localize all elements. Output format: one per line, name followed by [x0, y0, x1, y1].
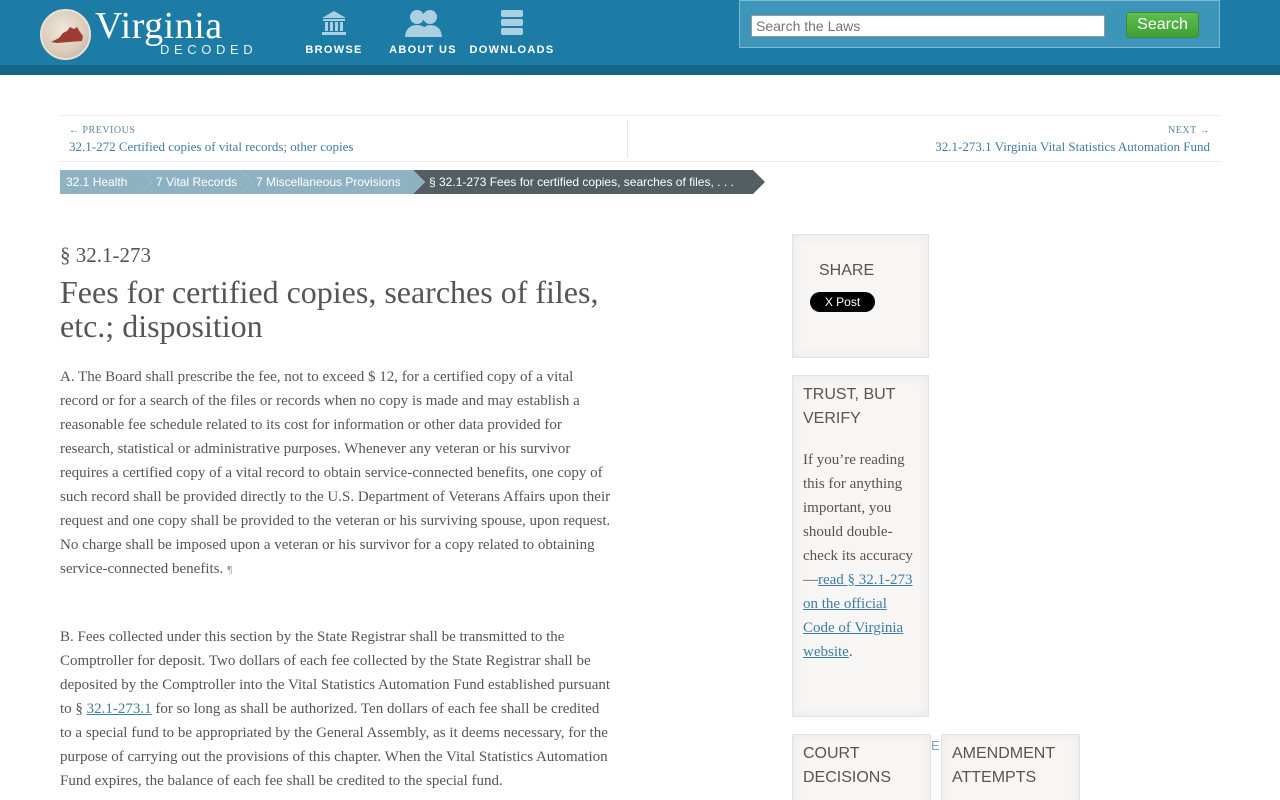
- amendment-attempts-box: AMENDMENT ATTEMPTS: [941, 734, 1080, 800]
- site-header: Virginia DECODED BROWSE ABOUT US DOWNLOA…: [0, 0, 1280, 75]
- breadcrumb-article-misc-provisions[interactable]: 7 Miscellaneous Provisions: [240, 170, 425, 194]
- nav-about-us[interactable]: ABOUT US: [387, 8, 459, 56]
- trust-text: If you’re reading this for anything impo…: [803, 452, 913, 588]
- trust-end: .: [848, 644, 853, 660]
- trust-but-verify-box: TRUST, BUT VERIFY If you’re reading this…: [792, 375, 929, 717]
- law-paragraph-b: B. Fees collected under this section by …: [60, 625, 612, 793]
- law-paragraph-a: A. The Board shall prescribe the fee, no…: [60, 365, 612, 582]
- nav-downloads-label: DOWNLOADS: [469, 44, 555, 56]
- court-decisions-title: COURT DECISIONS: [803, 745, 892, 786]
- breadcrumb-current-section: § 32.1-273 Fees for certified copies, se…: [413, 170, 765, 194]
- database-icon: [501, 10, 523, 35]
- nav-browse[interactable]: BROWSE: [300, 8, 368, 56]
- search-form: Search: [739, 0, 1220, 48]
- next-section-link[interactable]: 32.1-273.1 Virginia Vital Statistics Aut…: [935, 139, 1210, 155]
- law-paragraph-a-text: A. The Board shall prescribe the fee, no…: [60, 369, 611, 577]
- prev-next-nav: ← Previous 32.1-272 Certified copies of …: [60, 115, 1220, 162]
- stray-letter: E: [931, 738, 940, 753]
- people-icon: [405, 10, 442, 37]
- search-button[interactable]: Search: [1126, 12, 1199, 38]
- prev-next-divider: [627, 121, 628, 158]
- section-link-32-1-273-1[interactable]: 32.1-273.1: [87, 701, 152, 717]
- paragraph-permalink-icon[interactable]: ¶: [227, 564, 232, 576]
- amendment-attempts-title: AMENDMENT ATTEMPTS: [952, 745, 1055, 786]
- nav-downloads[interactable]: DOWNLOADS: [467, 8, 557, 56]
- building-icon: [322, 11, 346, 35]
- page-title: Fees for certified copies, searches of f…: [60, 274, 599, 344]
- next-label[interactable]: Next →: [1168, 125, 1210, 136]
- logo-subtitle[interactable]: DECODED: [160, 42, 257, 57]
- x-post-button[interactable]: X Post: [810, 292, 875, 312]
- search-input[interactable]: [751, 15, 1105, 37]
- previous-section-link[interactable]: 32.1-272 Certified copies of vital recor…: [69, 139, 353, 155]
- official-code-link[interactable]: read § 32.1-273 on the official Code of …: [803, 572, 913, 660]
- share-box: SHARE X Post: [792, 234, 929, 358]
- breadcrumb-title-health[interactable]: 32.1 Health: [60, 170, 152, 194]
- virginia-seal-icon[interactable]: [40, 9, 91, 60]
- breadcrumb-chapter-vital-records[interactable]: 7 Vital Records: [140, 170, 252, 194]
- trust-title: TRUST, BUT VERIFY: [803, 386, 896, 427]
- court-decisions-box: COURT DECISIONS: [792, 734, 931, 800]
- section-number: § 32.1-273: [60, 243, 151, 267]
- nav-about-label: ABOUT US: [389, 44, 457, 56]
- trust-body: If you’re reading this for anything impo…: [803, 448, 921, 664]
- share-title: SHARE: [819, 262, 875, 279]
- nav-browse-label: BROWSE: [305, 44, 363, 56]
- previous-label[interactable]: ← Previous: [69, 125, 135, 136]
